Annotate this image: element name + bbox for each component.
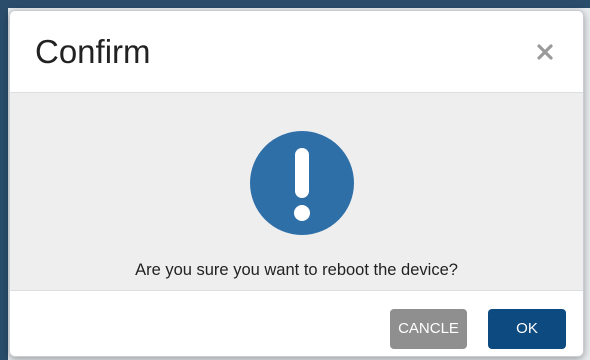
dialog-title: Confirm (35, 33, 151, 70)
backdrop-top-bar (0, 0, 590, 8)
dialog-header: Confirm (10, 11, 583, 93)
ok-button[interactable]: OK (488, 309, 566, 349)
close-button[interactable] (533, 40, 557, 64)
dialog-body: Are you sure you want to reboot the devi… (10, 93, 583, 290)
cancel-button[interactable]: CANCLE (390, 309, 467, 349)
confirm-dialog: Confirm Are you sure you want to reboot … (9, 10, 584, 357)
backdrop-left-strip (0, 0, 8, 360)
exclamation-circle-icon (250, 131, 354, 235)
close-icon (537, 44, 553, 60)
dialog-footer: CANCLE OK (10, 290, 583, 356)
confirm-message: Are you sure you want to reboot the devi… (135, 261, 458, 279)
